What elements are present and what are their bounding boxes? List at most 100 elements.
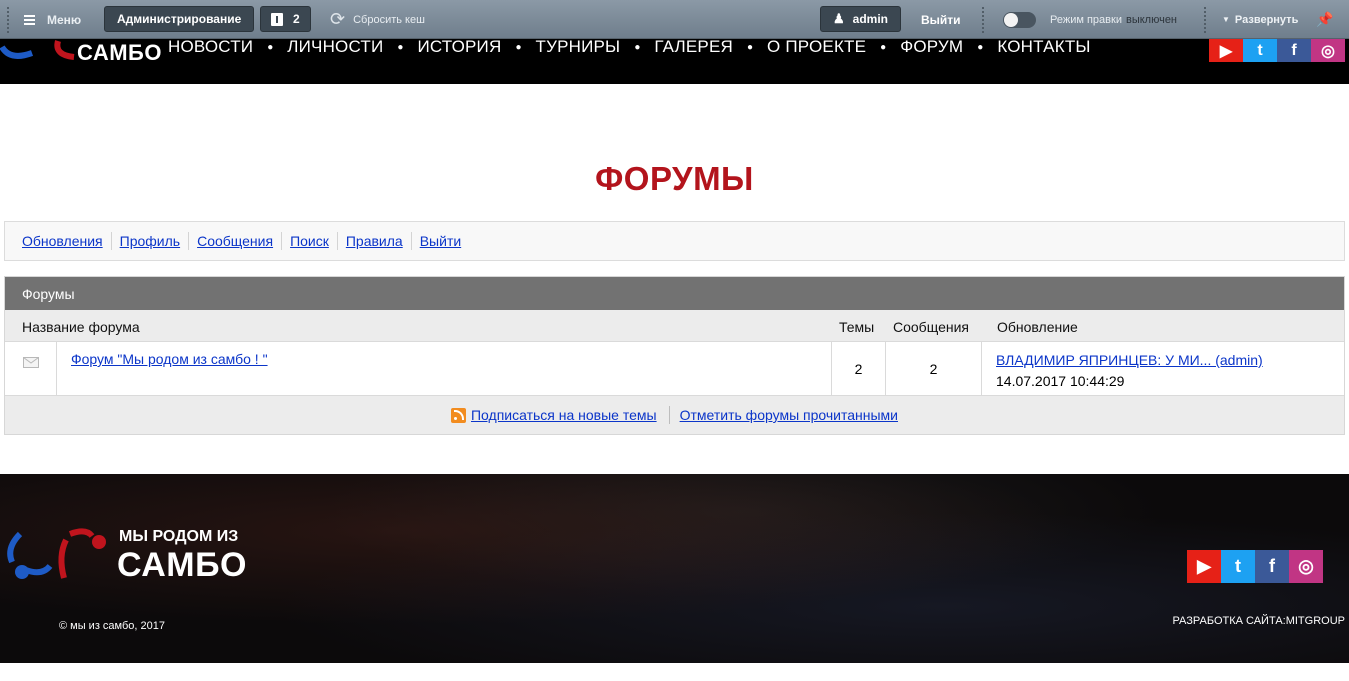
copyright-text: © мы из самбо, 2017: [59, 620, 165, 632]
messages-cell: 2: [885, 342, 981, 395]
footer-logo-line2: САМБО: [117, 546, 247, 584]
forum-menu-profile[interactable]: Профиль: [120, 233, 180, 249]
last-post-link[interactable]: ВЛАДИМИР ЯПРИНЦЕВ: У МИ... (admin): [996, 352, 1263, 368]
column-name: Название форума: [22, 319, 140, 335]
column-messages: Сообщения: [893, 319, 969, 335]
forums-table-header: Форумы: [5, 277, 1344, 310]
instagram-icon[interactable]: ◎: [1289, 550, 1323, 583]
chevron-down-icon: ▼: [1222, 15, 1230, 24]
menu-divider: [336, 232, 338, 250]
developer-link[interactable]: РАЗРАБОТКА САЙТА:MITGROUP: [1172, 615, 1345, 627]
pin-icon: 📌: [1316, 11, 1334, 27]
nav-separator: ●: [747, 41, 754, 53]
youtube-icon[interactable]: ▶: [1187, 550, 1221, 583]
footer-divider: [668, 406, 670, 424]
site-footer: МЫ РОДОМ ИЗ САМБО ▶ t f ◎ © мы из самбо,…: [0, 474, 1349, 663]
main-nav: НОВОСТИ ● ЛИЧНОСТИ ● ИСТОРИЯ ● ТУРНИРЫ ● ГАЛ…: [168, 37, 1091, 57]
topics-cell: 2: [831, 342, 885, 395]
nav-item-history[interactable]: ИСТОРИЯ: [417, 37, 501, 57]
youtube-icon[interactable]: ▶: [1209, 39, 1243, 62]
column-topics: Темы: [839, 319, 875, 335]
admin-menu-button[interactable]: Меню: [24, 0, 81, 39]
panel-divider: [981, 6, 985, 34]
facebook-icon[interactable]: f: [1277, 39, 1311, 62]
user-icon: ♟: [833, 11, 845, 26]
last-post-date: 14.07.2017 10:44:29: [996, 373, 1125, 389]
subscribe-link[interactable]: Подписаться на новые темы: [471, 407, 657, 423]
forum-status-cell: [5, 342, 56, 395]
edit-mode-state: выключен: [1125, 13, 1178, 26]
twitter-icon[interactable]: t: [1221, 550, 1255, 583]
forums-table: Форумы Название форума Темы Сообщения Об…: [4, 276, 1345, 435]
nav-item-forum[interactable]: ФОРУМ: [900, 37, 963, 57]
menu-divider: [188, 232, 190, 250]
column-headers: Название форума Темы Сообщения Обновлени…: [5, 310, 1344, 342]
rss-icon: [450, 407, 466, 423]
footer-logo-mark-icon[interactable]: [4, 526, 112, 584]
forum-menu-rules[interactable]: Правила: [346, 233, 403, 249]
menu-divider: [110, 232, 112, 250]
administration-button[interactable]: Администрирование: [104, 6, 255, 32]
clear-cache-button[interactable]: ⟳ Сбросить кеш: [330, 0, 425, 39]
forum-link[interactable]: Форум "Мы родом из самбо ! ": [71, 351, 268, 367]
site-logo-text[interactable]: САМБО: [77, 40, 162, 66]
table-row: Форум "Мы родом из самбо ! " 2 2 ВЛАДИМИ…: [5, 342, 1344, 396]
admin-menu-label: Меню: [47, 12, 82, 27]
panel-grip: [6, 6, 10, 34]
site-header: САМБО НОВОСТИ ● ЛИЧНОСТИ ● ИСТОРИЯ ● ТУРНИР…: [0, 37, 1349, 84]
notification-icon: [271, 12, 283, 26]
envelope-icon: [22, 357, 39, 368]
footer-logo-line1: МЫ РОДОМ ИЗ: [119, 528, 239, 545]
user-label: admin: [852, 12, 888, 26]
forum-menu-updates[interactable]: Обновления: [22, 233, 103, 249]
pin-button[interactable]: 📌: [1316, 0, 1333, 39]
topics-count: 2: [854, 360, 863, 377]
forum-menu-search[interactable]: Поиск: [290, 233, 329, 249]
facebook-icon[interactable]: f: [1255, 550, 1289, 583]
header-social-links: ▶ t f ◎: [1209, 39, 1345, 62]
menu-divider: [281, 232, 283, 250]
admin-panel: Меню Администрирование 2 ⟳ Сбросить кеш …: [0, 0, 1349, 39]
toggle-switch-icon: [1003, 11, 1036, 28]
nav-separator: ●: [515, 41, 522, 53]
expand-label: Развернуть: [1234, 13, 1299, 26]
admin-logout-label: Выйти: [921, 12, 961, 27]
forum-menu: Обновления Профиль Сообщения Поиск Прави…: [4, 221, 1345, 261]
footer-social-links: ▶ t f ◎: [1187, 550, 1323, 583]
twitter-icon[interactable]: t: [1243, 39, 1277, 62]
expand-button[interactable]: ▼ Развернуть: [1222, 0, 1298, 39]
user-button[interactable]: ♟ admin: [820, 6, 901, 32]
last-update-cell: ВЛАДИМИР ЯПРИНЦЕВ: У МИ... (admin) 14.07…: [981, 342, 1344, 395]
logo-mark-icon[interactable]: [0, 39, 75, 63]
edit-mode-label: Режим правки: [1050, 13, 1122, 26]
forum-name-cell: Форум "Мы родом из самбо ! ": [56, 342, 831, 395]
nav-separator: ●: [977, 41, 984, 53]
nav-item-about[interactable]: О ПРОЕКТЕ: [767, 37, 866, 57]
nav-separator: ●: [397, 41, 404, 53]
nav-item-people[interactable]: ЛИЧНОСТИ: [287, 37, 383, 57]
notifications-count: 2: [293, 12, 300, 26]
nav-separator: ●: [267, 41, 274, 53]
messages-count: 2: [929, 360, 938, 377]
instagram-icon[interactable]: ◎: [1311, 39, 1345, 62]
forums-table-footer: Подписаться на новые темы Отметить форум…: [5, 396, 1344, 434]
clear-cache-label: Сбросить кеш: [353, 13, 425, 26]
notifications-button[interactable]: 2: [260, 6, 311, 32]
nav-item-gallery[interactable]: ГАЛЕРЕЯ: [654, 37, 733, 57]
edit-mode-toggle[interactable]: Режим правки выключен: [1003, 0, 1177, 39]
admin-logout-button[interactable]: Выйти: [921, 0, 961, 39]
page-title: ФОРУМЫ: [595, 160, 754, 197]
hamburger-icon: [24, 13, 35, 27]
nav-item-news[interactable]: НОВОСТИ: [168, 37, 253, 57]
column-updated: Обновление: [997, 319, 1078, 335]
panel-divider: [1203, 6, 1207, 34]
forum-menu-logout[interactable]: Выйти: [420, 233, 461, 249]
nav-separator: ●: [634, 41, 641, 53]
nav-item-tournaments[interactable]: ТУРНИРЫ: [536, 37, 621, 57]
nav-item-contacts[interactable]: КОНТАКТЫ: [997, 37, 1090, 57]
refresh-icon: ⟳: [330, 9, 346, 29]
forum-menu-messages[interactable]: Сообщения: [197, 233, 273, 249]
mark-read-link[interactable]: Отметить форумы прочитанными: [680, 407, 898, 423]
nav-separator: ●: [880, 41, 887, 53]
menu-divider: [410, 232, 412, 250]
